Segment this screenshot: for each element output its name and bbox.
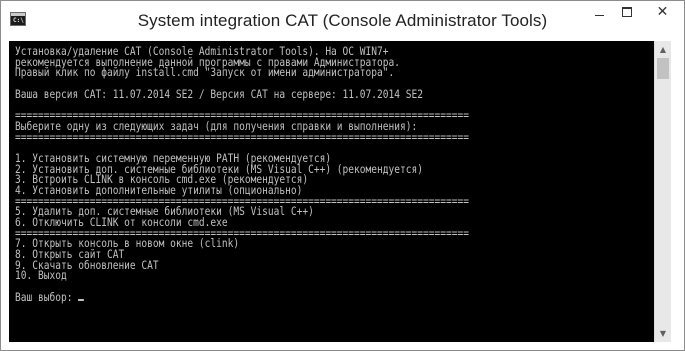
minimize-icon <box>595 15 604 16</box>
vertical-scrollbar[interactable]: ▲ ▼ <box>654 41 671 342</box>
prompt-line: Ваш выбор: <box>15 291 469 303</box>
console-output[interactable]: Установка/удаление CAT (Console Administ… <box>9 41 654 342</box>
scroll-up-arrow-icon[interactable]: ▲ <box>655 41 671 58</box>
window-frame-right <box>671 41 684 342</box>
scroll-thumb[interactable] <box>657 58 669 79</box>
console-line: ========================================… <box>15 129 469 144</box>
minimize-button[interactable] <box>586 1 613 22</box>
text-cursor <box>78 298 85 301</box>
console-text-area: Установка/удаление CAT (Console Administ… <box>15 45 469 303</box>
console-line: 9. Скачать обновление CAT <box>15 257 159 272</box>
maximize-icon <box>621 6 632 17</box>
window-title: System integration CAT (Console Administ… <box>137 11 548 30</box>
title-bar[interactable]: C:\ System integration CAT (Console Admi… <box>1 1 684 40</box>
scroll-down-arrow-icon[interactable]: ▼ <box>655 325 671 342</box>
maximize-button[interactable] <box>613 1 640 22</box>
console-line: Правый клик по файлу install.cmd "Запуск… <box>15 65 395 80</box>
close-button[interactable]: ✕ <box>640 1 685 22</box>
console-line: 10. Выход <box>15 268 67 283</box>
window-frame-bottom <box>1 342 684 350</box>
console-line: Ваша версия CAT: 11.07.2014 SE2 / Версия… <box>15 86 424 101</box>
console-window: C:\ System integration CAT (Console Admi… <box>0 0 685 351</box>
close-icon: ✕ <box>656 3 669 20</box>
